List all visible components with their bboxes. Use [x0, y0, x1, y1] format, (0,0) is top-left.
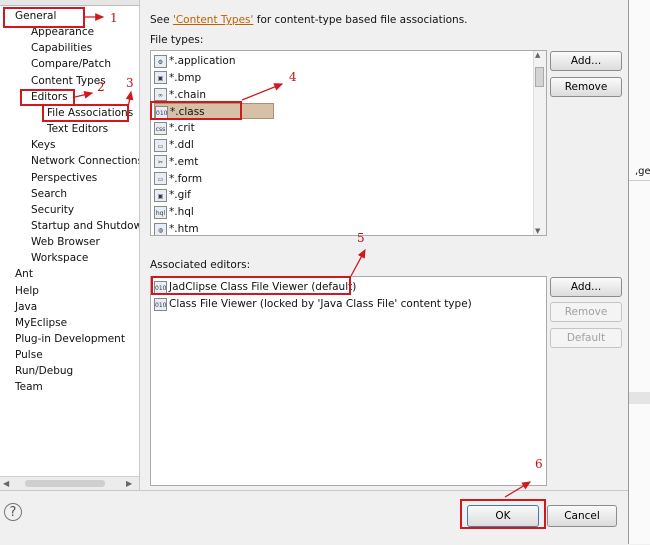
- tree-item[interactable]: Run/Debug: [15, 365, 73, 378]
- file-type-label: *.htm: [169, 223, 199, 235]
- file-type-item[interactable]: css *.crit: [154, 120, 195, 136]
- scissors-icon: ✂: [154, 155, 167, 169]
- image-icon: ▣: [154, 188, 167, 202]
- file-type-item[interactable]: ▣ *.gif: [154, 187, 191, 203]
- scroll-left-icon[interactable]: ◀: [3, 479, 9, 488]
- tree-item[interactable]: Appearance: [31, 26, 94, 39]
- globe-icon: ◍: [154, 222, 167, 235]
- tree-item[interactable]: Security: [31, 204, 74, 217]
- associated-editors-list[interactable]: 010 JadClipse Class File Viewer (default)…: [150, 276, 547, 486]
- class-file-icon: 010: [154, 297, 167, 311]
- annotation-box-class: [150, 101, 242, 120]
- file-associations-page: See 'Content Types' for content-type bas…: [140, 0, 628, 490]
- file-type-label: *.chain: [169, 88, 207, 101]
- tree-item[interactable]: Capabilities: [31, 42, 92, 55]
- annotation-box-general: [3, 7, 85, 28]
- preferences-tree[interactable]: General Appearance Capabilities Compare/Pat…: [0, 0, 140, 490]
- file-type-label: *.emt: [169, 155, 199, 168]
- annotation-box-file-associations: [42, 104, 129, 122]
- tree-item[interactable]: Plug-in Development: [15, 333, 125, 346]
- tree-item[interactable]: Pulse: [15, 349, 43, 362]
- tree-item[interactable]: Startup and Shutdown: [31, 220, 139, 233]
- content-types-hint: See 'Content Types' for content-type bas…: [150, 14, 468, 26]
- annotation-number-4: 4: [289, 70, 297, 84]
- file-types-label: File types:: [150, 34, 204, 46]
- css-icon: css: [154, 121, 167, 135]
- help-icon[interactable]: ?: [4, 503, 22, 521]
- annotation-number-5: 5: [357, 231, 365, 245]
- image-icon: ▣: [154, 71, 167, 85]
- file-icon: ▭: [154, 172, 167, 186]
- file-type-item[interactable]: ⚙ *.application: [154, 53, 236, 69]
- file-type-label: *.bmp: [169, 71, 202, 84]
- editors-add-button[interactable]: Add...: [550, 277, 622, 297]
- strip-band: [629, 392, 650, 404]
- file-types-scrollbar[interactable]: ▲ ▼: [533, 51, 546, 235]
- annotation-box-ok: [460, 499, 546, 529]
- chain-icon: ∞: [154, 88, 167, 102]
- file-type-item[interactable]: ✂ *.emt: [154, 154, 198, 170]
- editor-item[interactable]: 010 Class File Viewer (locked by 'Java Cl…: [154, 296, 472, 312]
- hql-icon: hql: [154, 205, 167, 219]
- file-type-item[interactable]: ▭ *.form: [154, 171, 202, 187]
- file-type-item[interactable]: ◍ *.htm: [154, 221, 199, 235]
- associated-editors-label: Associated editors:: [150, 259, 251, 271]
- annotation-number-3: 3: [126, 76, 134, 90]
- scroll-thumb[interactable]: [25, 480, 105, 487]
- file-types-add-button[interactable]: Add...: [550, 51, 622, 71]
- tree-item[interactable]: Web Browser: [31, 236, 100, 249]
- file-type-item[interactable]: hql *.hql: [154, 204, 194, 220]
- content-types-link[interactable]: 'Content Types': [173, 14, 253, 26]
- annotation-number-2: 2: [97, 80, 105, 94]
- tree-item[interactable]: Text Editors: [47, 123, 108, 136]
- annotation-number-1: 1: [110, 11, 118, 25]
- editors-default-button[interactable]: Default: [550, 328, 622, 348]
- hint-prefix: See: [150, 14, 173, 26]
- background-editor-edge: ,ge: [628, 0, 650, 544]
- tree-item[interactable]: Java: [15, 301, 37, 314]
- file-type-label: *.crit: [169, 122, 195, 135]
- tree-item[interactable]: Content Types: [31, 75, 106, 88]
- file-types-remove-button[interactable]: Remove: [550, 77, 622, 97]
- tree-item[interactable]: MyEclipse: [15, 317, 67, 330]
- file-icon: ▭: [154, 138, 167, 152]
- scroll-down-icon[interactable]: ▼: [535, 227, 540, 235]
- tree-filter-edge: [0, 0, 139, 6]
- file-type-label: *.hql: [169, 206, 194, 219]
- tree-horizontal-scrollbar[interactable]: ◀ ▶: [0, 476, 139, 490]
- file-type-label: *.gif: [169, 189, 191, 202]
- hint-suffix: for content-type based file associations…: [253, 14, 468, 26]
- gear-icon: ⚙: [154, 54, 167, 68]
- tree-item[interactable]: Workspace: [31, 252, 88, 265]
- file-type-label: *.application: [169, 55, 236, 67]
- file-type-label: *.ddl: [169, 139, 194, 151]
- tree-item[interactable]: Compare/Patch: [31, 58, 111, 71]
- editors-remove-button[interactable]: Remove: [550, 302, 622, 322]
- tree-item[interactable]: Perspectives: [31, 172, 97, 185]
- scroll-thumb[interactable]: [535, 67, 544, 87]
- tree-item[interactable]: Help: [15, 285, 39, 298]
- file-type-label: *.form: [169, 172, 203, 185]
- strip-divider: [629, 180, 650, 181]
- file-type-item[interactable]: ▭ *.ddl: [154, 137, 194, 153]
- tree-item[interactable]: Search: [31, 188, 67, 201]
- file-types-list[interactable]: ▲ ▼ ⚙ *.application ▣ *.bmp ∞ *.chain 010 *.cla…: [150, 50, 547, 236]
- scroll-up-icon[interactable]: ▲: [535, 51, 540, 59]
- tree-item[interactable]: Ant: [15, 268, 33, 281]
- cancel-button[interactable]: Cancel: [547, 505, 617, 527]
- background-editor-text: ,ge: [635, 166, 650, 177]
- scroll-right-icon[interactable]: ▶: [126, 479, 132, 488]
- tree-item[interactable]: Team: [15, 381, 43, 394]
- tree-item[interactable]: Network Connections: [31, 155, 139, 168]
- annotation-number-6: 6: [535, 457, 543, 471]
- annotation-box-jadclipse: [151, 276, 351, 295]
- file-type-item[interactable]: ▣ *.bmp: [154, 70, 201, 86]
- editor-label: Class File Viewer (locked by 'Java Class…: [169, 298, 472, 310]
- tree-item[interactable]: Keys: [31, 139, 56, 152]
